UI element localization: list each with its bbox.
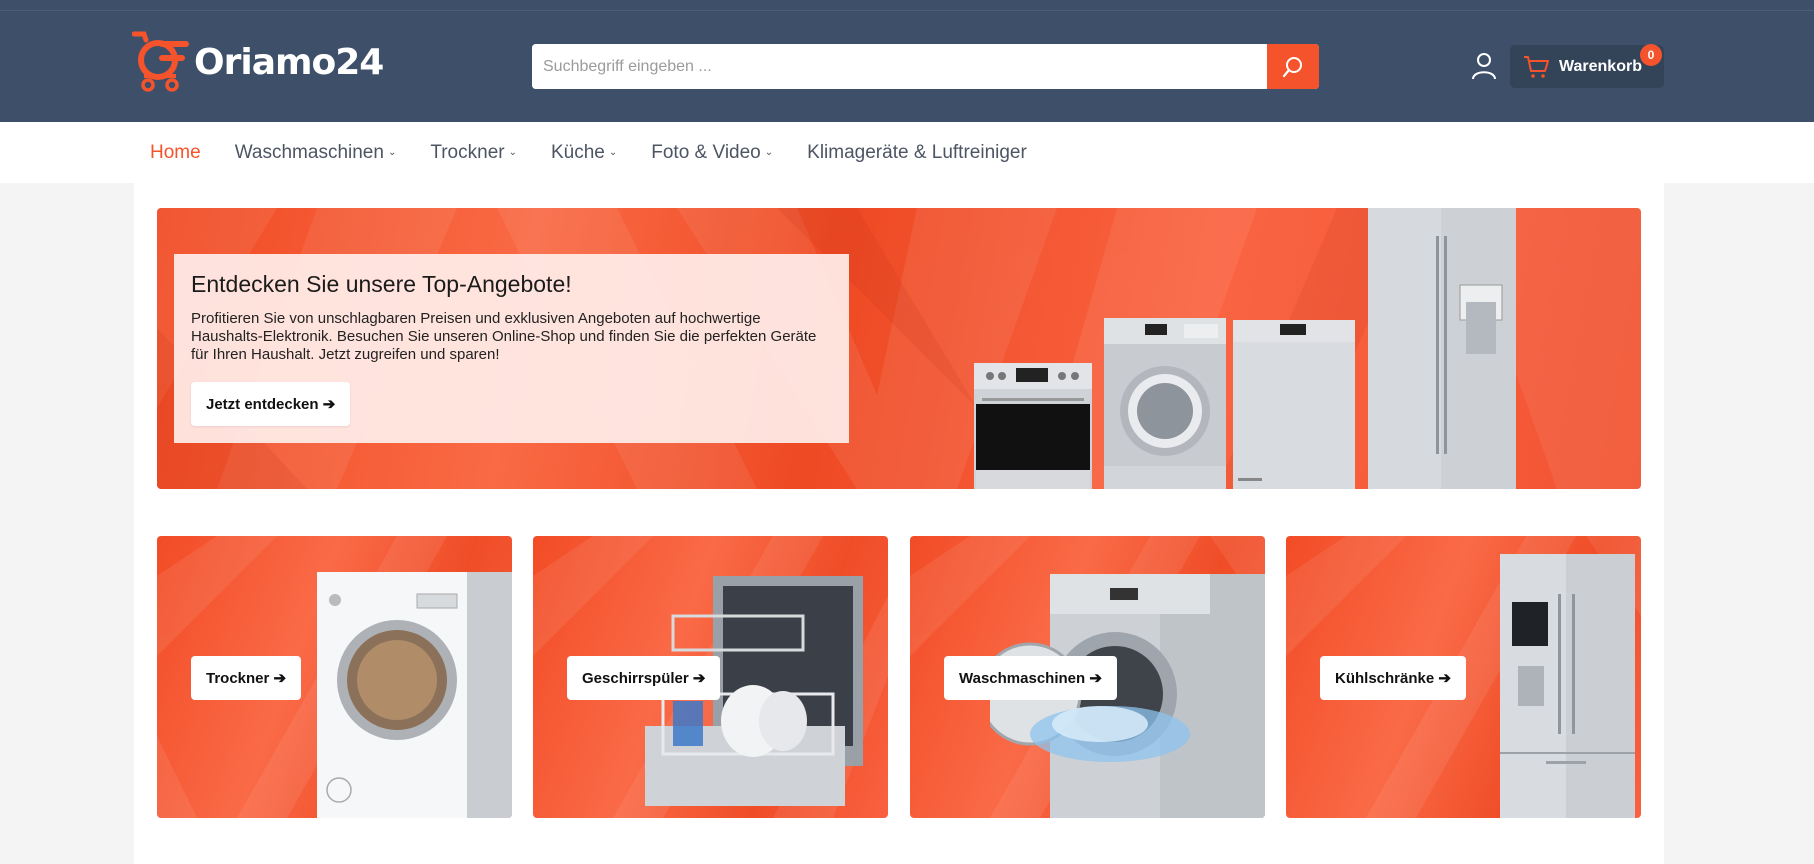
category-tile-kuehlschraenke[interactable]: Kühlschränke ➔: [1286, 536, 1641, 818]
nav-label: Klimageräte & Luftreiniger: [807, 141, 1027, 163]
nav-label: Home: [150, 141, 201, 163]
hero-promo-box: Entdecken Sie unsere Top-Angebote! Profi…: [174, 254, 849, 443]
nav-label: Waschmaschinen: [234, 141, 384, 163]
cart-icon: [1524, 55, 1549, 78]
nav-item-klimageraete[interactable]: Klimageräte & Luftreiniger: [807, 142, 1027, 164]
category-tile-geschirrspueler[interactable]: Geschirrspüler ➔: [533, 536, 888, 818]
main-navigation: Home Waschmaschinen ⌄ Trockner ⌄ Küche ⌄ Fo…: [0, 122, 1814, 183]
hero-cta-button[interactable]: Jetzt entdecken ➔: [191, 382, 351, 426]
appliances-image: [974, 208, 1516, 489]
fridge-image: [1500, 554, 1635, 818]
account-button[interactable]: [1468, 50, 1500, 82]
nav-item-waschmaschinen[interactable]: Waschmaschinen ⌄: [235, 142, 397, 164]
category-button-kuehlschraenke[interactable]: Kühlschränke ➔: [1320, 656, 1466, 700]
logo[interactable]: Oriamo24: [131, 30, 384, 94]
hero-title: Entdecken Sie unsere Top-Angebote!: [191, 271, 572, 297]
user-icon: [1472, 53, 1496, 80]
chevron-down-icon: ⌄: [764, 147, 774, 158]
category-button-geschirrspueler[interactable]: Geschirrspüler ➔: [567, 656, 721, 700]
nav-item-trockner[interactable]: Trockner ⌄: [430, 142, 517, 164]
nav-item-home[interactable]: Home: [150, 142, 201, 164]
nav-label: Trockner: [430, 141, 505, 163]
cart-count-badge: 0: [1640, 44, 1662, 66]
header-divider: [0, 10, 1814, 11]
nav-item-foto-video[interactable]: Foto & Video ⌄: [651, 142, 773, 164]
category-tile-waschmaschinen[interactable]: Waschmaschinen ➔: [910, 536, 1265, 818]
search-icon: [1282, 56, 1302, 77]
logo-text: Oriamo24: [194, 41, 384, 83]
logo-cart-icon: [131, 30, 198, 94]
cart-label: Warenkorb: [1559, 57, 1642, 75]
nav-item-kueche[interactable]: Küche ⌄: [551, 142, 617, 164]
nav-label: Foto & Video: [651, 141, 761, 163]
search-button[interactable]: [1267, 44, 1319, 89]
category-tile-trockner[interactable]: Trockner ➔: [157, 536, 512, 818]
chevron-down-icon: ⌄: [508, 147, 517, 158]
search-bar: [532, 44, 1319, 89]
category-button-trockner[interactable]: Trockner ➔: [191, 656, 302, 700]
chevron-down-icon: ⌄: [608, 147, 618, 158]
hero-text: Profitieren Sie von unschlagbaren Preise…: [191, 310, 817, 363]
search-input[interactable]: [532, 44, 1267, 89]
chevron-down-icon: ⌄: [387, 147, 397, 158]
category-button-waschmaschinen[interactable]: Waschmaschinen ➔: [944, 656, 1117, 700]
dryer-image: [317, 572, 512, 818]
nav-label: Küche: [550, 141, 605, 163]
